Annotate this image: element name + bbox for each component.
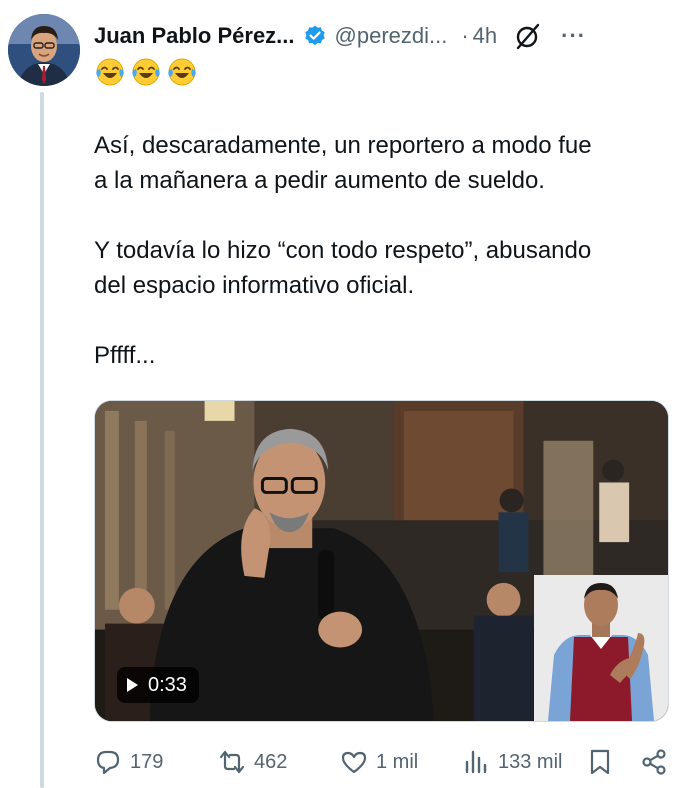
author-handle[interactable]: @perezdi... (335, 23, 448, 49)
post-time[interactable]: 4h (473, 23, 497, 49)
reply-icon (96, 750, 120, 775)
repost-count: 462 (254, 750, 288, 773)
tweet-header: Juan Pablo Pérez... @perezdi... · 4h ··· (94, 20, 672, 52)
verified-badge-icon (304, 25, 325, 46)
laughing-tears-emoji-icon (132, 58, 160, 86)
repost-icon (219, 750, 245, 774)
video-player[interactable]: 0:33 (94, 400, 669, 722)
thread-connector-line (40, 92, 44, 788)
more-options-icon[interactable]: ··· (561, 23, 586, 49)
repost-button[interactable]: 462 (218, 748, 287, 776)
reply-button[interactable]: 179 (94, 748, 163, 776)
views-button[interactable]: 133 mil (462, 748, 562, 776)
views-chart-icon (465, 750, 487, 774)
separator-dot: · (461, 23, 469, 48)
bookmark-button[interactable] (586, 748, 614, 776)
play-icon[interactable] (127, 678, 138, 692)
avatar[interactable] (8, 14, 80, 86)
author-name[interactable]: Juan Pablo Pérez... (94, 23, 295, 49)
share-icon (642, 749, 666, 775)
emoji-line (94, 56, 198, 88)
sign-language-interpreter-inset (534, 575, 668, 721)
laughing-tears-emoji-icon (168, 58, 196, 86)
action-bar: 179 462 1 mil 133 mil (94, 742, 674, 782)
bookmark-icon (590, 749, 610, 775)
share-button[interactable] (640, 748, 668, 776)
heart-icon (341, 751, 367, 774)
reply-count: 179 (130, 750, 164, 773)
video-duration-badge[interactable]: 0:33 (117, 667, 199, 703)
like-count: 1 mil (376, 750, 419, 773)
tweet-text: Así, descaradamente, un reportero a modo… (94, 128, 674, 408)
views-count: 133 mil (498, 750, 563, 773)
like-button[interactable]: 1 mil (340, 748, 418, 776)
tweet-paragraph: Pffff... (94, 342, 156, 369)
laughing-tears-emoji-icon (96, 58, 124, 86)
grok-icon[interactable] (513, 21, 543, 51)
video-duration: 0:33 (148, 673, 187, 696)
tweet-paragraph: Y todavía lo hizo “con todo respeto”, ab… (94, 237, 592, 299)
tweet-paragraph: Así, descaradamente, un reportero a modo… (94, 132, 592, 194)
